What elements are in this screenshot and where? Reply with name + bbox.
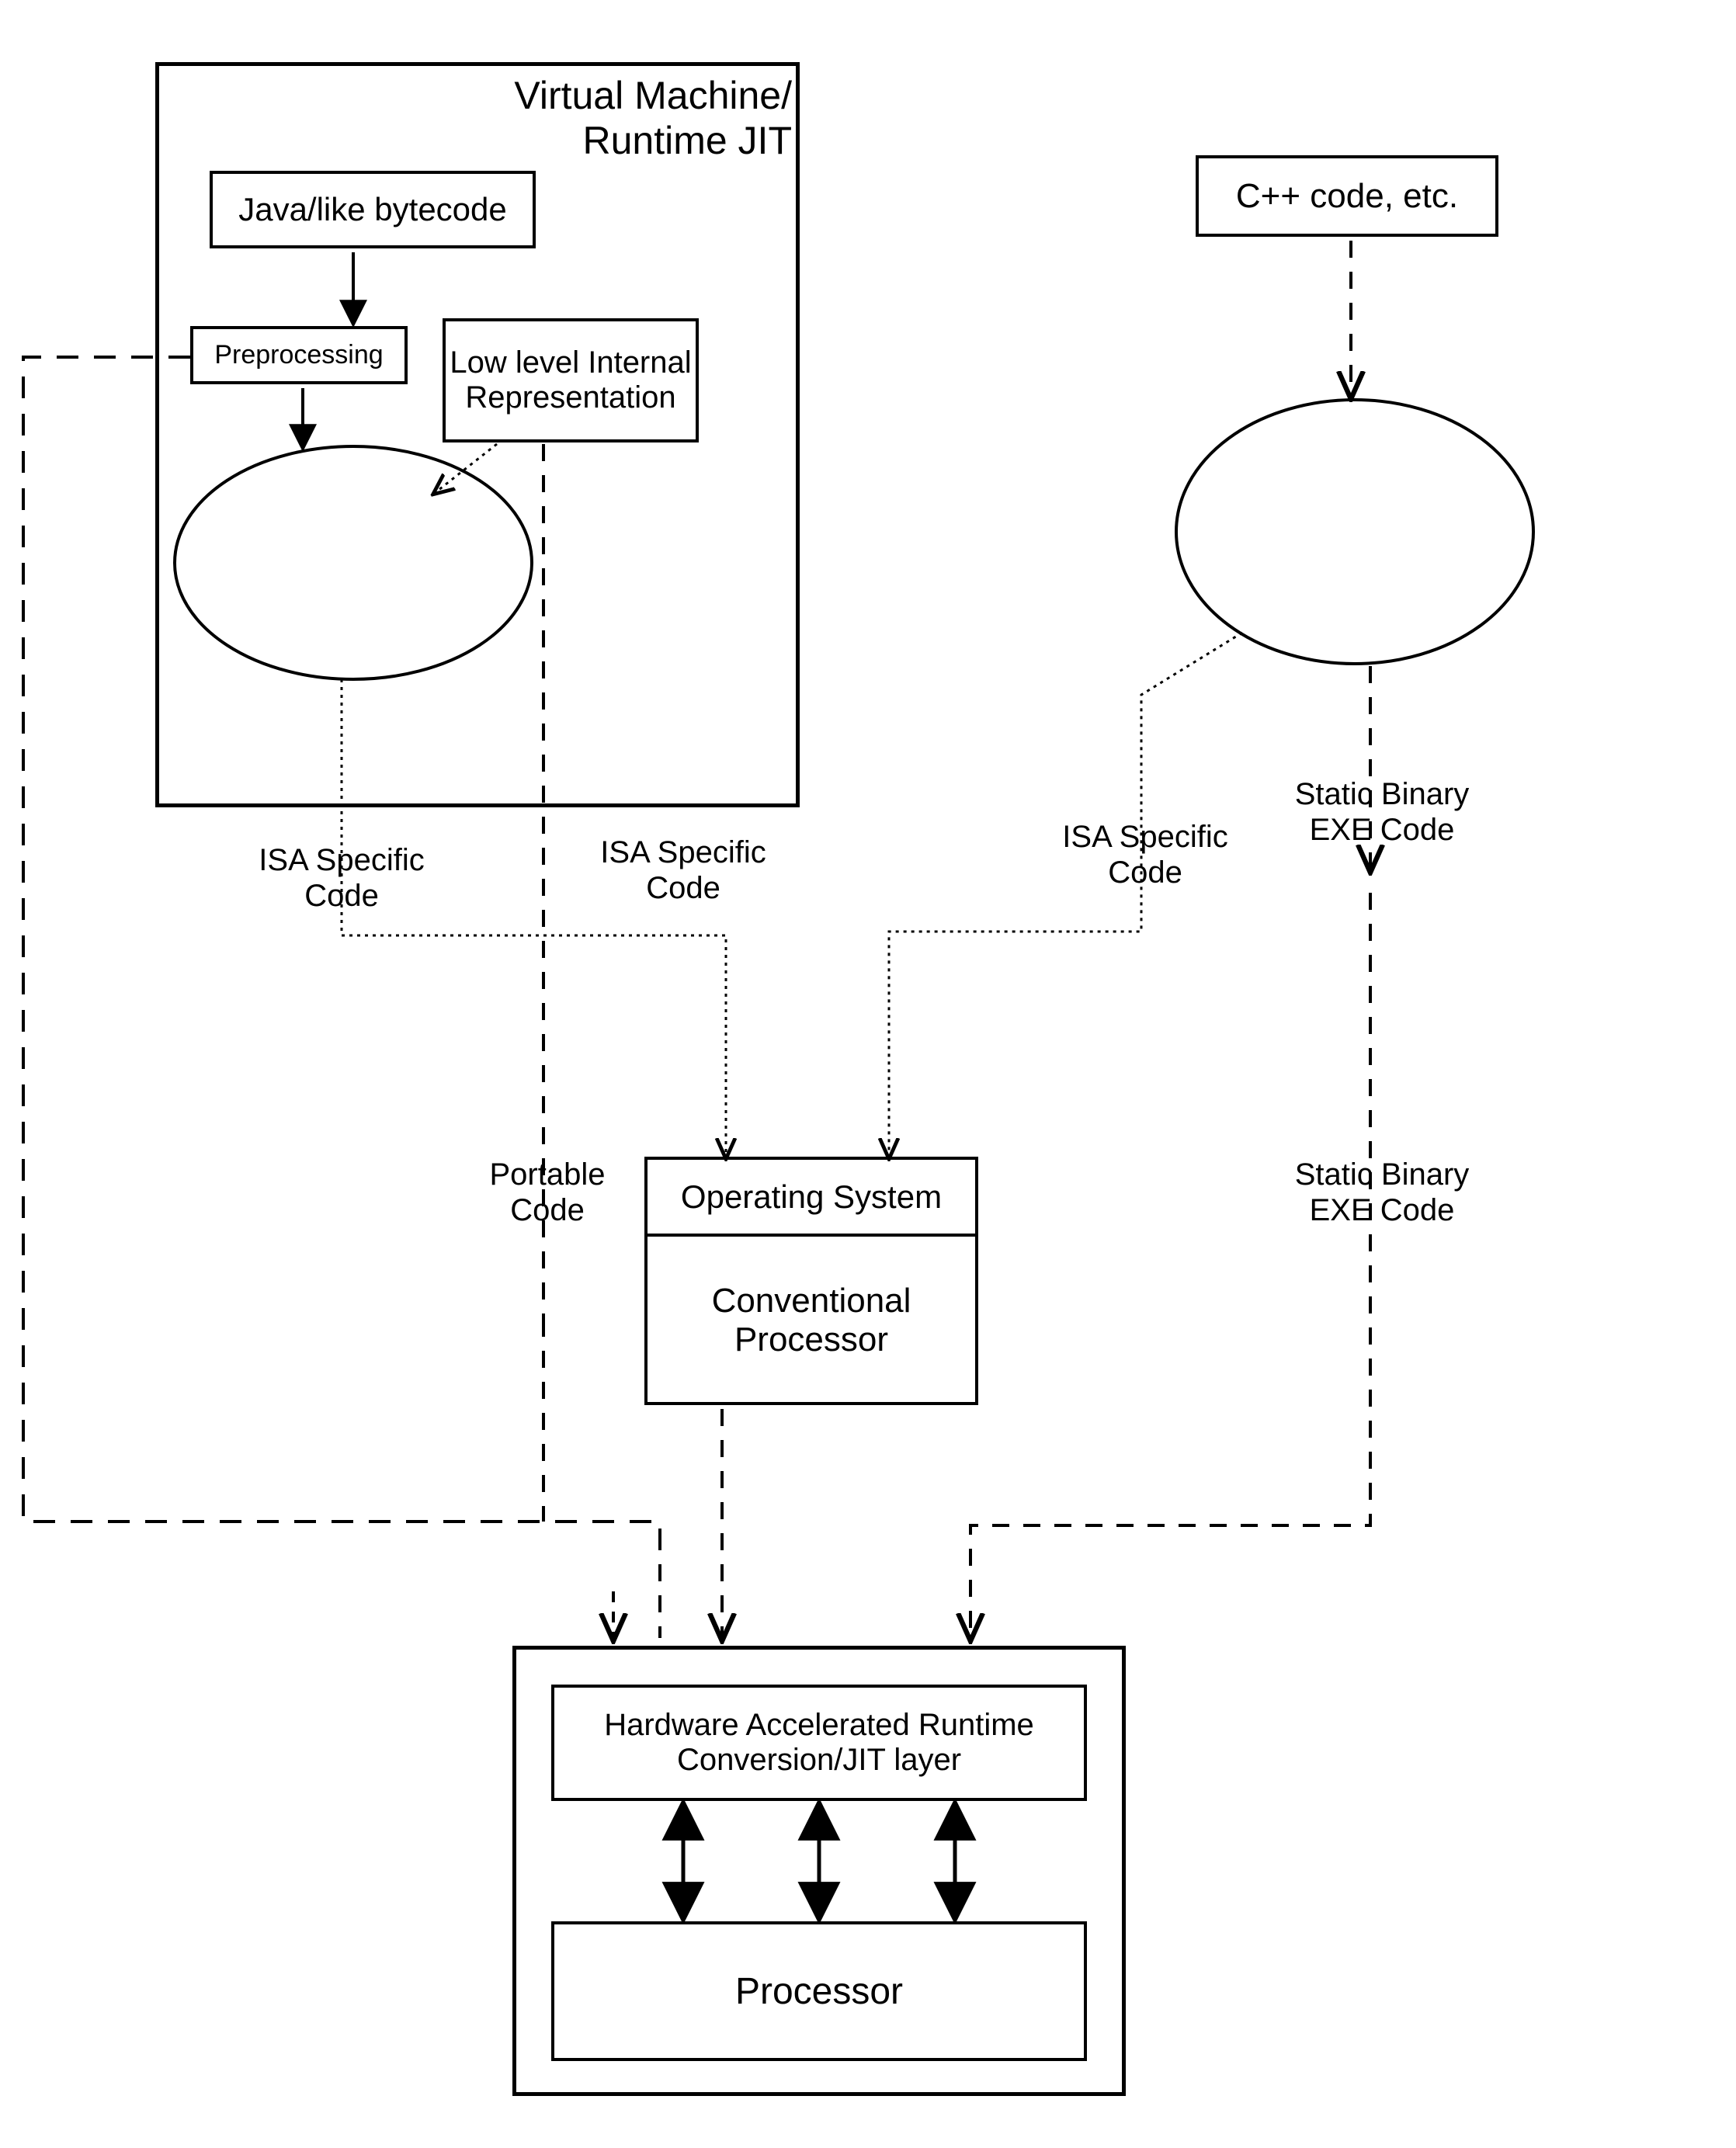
isa-label-left: ISA Specific Code <box>233 842 450 914</box>
portable-code-label: Portable Code <box>470 1157 625 1228</box>
conventional-processor-label: Conventional Processor <box>712 1282 911 1359</box>
low-level-ir-box: Low level Internal Representation <box>443 318 699 442</box>
vm-jit-label: Virtual Machine/ JIT <box>202 528 497 606</box>
isa-label-mid: ISA Specific Code <box>575 835 792 906</box>
processor-label: Processor <box>735 1970 903 2013</box>
static-binary-top: Static Binary EXE Code <box>1273 776 1491 848</box>
java-bytecode-box: Java/like bytecode <box>210 171 536 248</box>
compiler-offline-label: Compiler (offline) <box>1219 470 1491 555</box>
isa-label-right: ISA Specific Code <box>1036 819 1254 890</box>
os-box: Operating System Conventional Processor <box>644 1157 978 1405</box>
compiler-sub-label: X86, ARM, etc. <box>1219 559 1491 588</box>
preprocessing-box: Preprocessing <box>190 326 408 384</box>
cpp-code-label: C++ code, etc. <box>1236 177 1458 216</box>
low-level-ir-label: Low level Internal Representation <box>446 345 696 415</box>
static-binary-mid: Static Binary EXE Code <box>1273 1157 1491 1228</box>
vm-runtime-title: Virtual Machine/ Runtime JIT <box>373 74 792 163</box>
hw-layer-label: Hardware Accelerated Runtime Conversion/… <box>604 1708 1034 1778</box>
preprocessing-label: Preprocessing <box>214 340 383 370</box>
java-bytecode-label: Java/like bytecode <box>238 191 507 228</box>
cpp-code-box: C++ code, etc. <box>1196 155 1498 237</box>
hw-layer-box: Hardware Accelerated Runtime Conversion/… <box>551 1685 1087 1801</box>
os-title-label: Operating System <box>681 1178 942 1216</box>
diagram-canvas: Virtual Machine/ Runtime JIT Java/like b… <box>0 0 1736 2148</box>
processor-box: Processor <box>551 1921 1087 2061</box>
conventional-processor-cell: Conventional Processor <box>648 1237 975 1404</box>
os-title-cell: Operating System <box>648 1160 975 1237</box>
